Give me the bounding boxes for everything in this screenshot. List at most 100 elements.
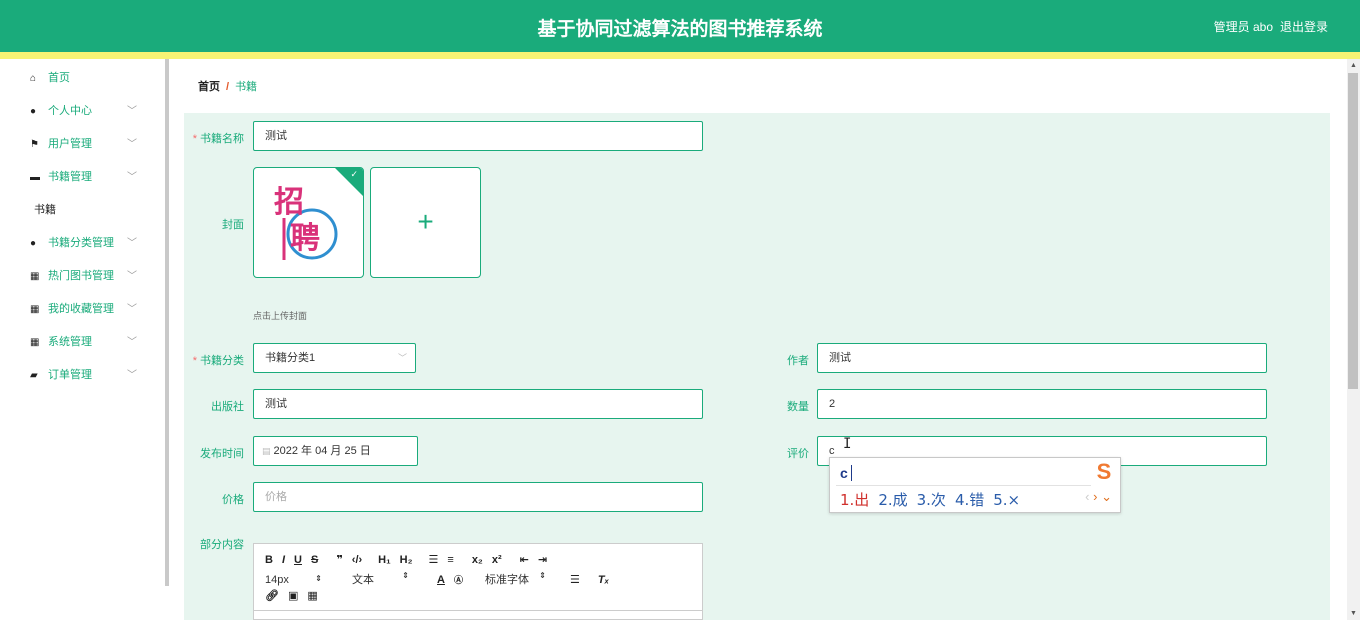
- clear-format-icon[interactable]: Tₓ: [598, 574, 609, 586]
- editor-toolbar-row-2: 14px ⇕ 文本 ⇕ A Ⓐ 标准字体 ⇕ ☰ Tₓ: [265, 571, 618, 587]
- ime-candidate[interactable]: 3.次: [917, 491, 946, 509]
- strike-icon[interactable]: S: [311, 554, 318, 566]
- publisher-label: 出版社: [211, 401, 244, 413]
- ime-composition: c: [840, 465, 848, 481]
- sidebar-item-system[interactable]: ▦ 系统管理 ﹀: [12, 326, 145, 359]
- chevron-down-icon: ﹀: [127, 337, 137, 348]
- author-input[interactable]: 测试: [817, 343, 1267, 373]
- sidebar-item-label: 首页: [48, 72, 70, 84]
- background-color-icon[interactable]: Ⓐ: [454, 573, 463, 586]
- sidebar-item-label: 订单管理: [48, 369, 92, 381]
- book-name-input[interactable]: 测试: [253, 121, 703, 151]
- ime-nav: ‹ › ⌄: [1085, 489, 1112, 505]
- svg-text:聘: 聘: [290, 221, 320, 256]
- calendar-icon: ▤: [262, 446, 271, 456]
- paragraph-select[interactable]: 文本 ⇕: [352, 571, 418, 587]
- h2-icon[interactable]: H₂: [400, 554, 413, 566]
- align-icon[interactable]: ☰: [570, 573, 580, 586]
- scroll-down-icon[interactable]: ▼: [1350, 610, 1357, 617]
- breadcrumb-home[interactable]: 首页: [198, 81, 220, 93]
- cover-image: 招 聘: [274, 185, 338, 260]
- subscript-icon[interactable]: x₂: [472, 554, 483, 566]
- sidebar-item-profile[interactable]: ● 个人中心 ﹀: [12, 95, 145, 128]
- ime-candidate-popup[interactable]: c S 1.出 2.成 3.次 4.错 5.× ‹ › ⌄: [829, 457, 1121, 513]
- sidebar-item-hot-books[interactable]: ▦ 热门图书管理 ﹀: [12, 260, 145, 293]
- sidebar-item-favorites[interactable]: ▦ 我的收藏管理 ﹀: [12, 293, 145, 326]
- ime-expand-icon[interactable]: ⌄: [1101, 489, 1112, 504]
- code-icon[interactable]: ‹/›: [352, 554, 362, 566]
- sidebar-item-orders[interactable]: ▰ 订单管理 ﹀: [12, 359, 145, 392]
- price-input[interactable]: 价格: [253, 482, 703, 512]
- user-icon: ●: [30, 106, 37, 117]
- ime-candidates: 1.出 2.成 3.次 4.错 5.×: [840, 489, 1029, 510]
- home-icon: ⌂: [30, 73, 37, 84]
- text-cursor-icon: I: [843, 436, 852, 452]
- sidebar-item-label: 系统管理: [48, 336, 92, 348]
- author-label: 作者: [787, 355, 809, 367]
- sidebar-item-label: 书籍管理: [48, 171, 92, 183]
- publisher-input[interactable]: 测试: [253, 389, 703, 419]
- image-icon[interactable]: ▣: [288, 589, 298, 602]
- outdent-icon[interactable]: ⇤: [520, 553, 529, 566]
- indent-icon[interactable]: ⇥: [538, 553, 547, 566]
- date-picker[interactable]: ▤ 2022 年 04 月 25 日: [253, 436, 418, 466]
- ime-candidate[interactable]: 2.成: [878, 491, 907, 509]
- quantity-label: 数量: [787, 401, 809, 413]
- sidebar-item-users[interactable]: ⚑ 用户管理 ﹀: [12, 128, 145, 161]
- flag-icon: ⚑: [30, 139, 39, 150]
- ime-prev-icon[interactable]: ‹: [1085, 489, 1089, 504]
- editor-content-area[interactable]: [254, 610, 702, 620]
- blockquote-icon[interactable]: ❞: [336, 553, 342, 566]
- sidebar-subitem-book[interactable]: 书籍: [12, 194, 145, 227]
- ime-candidate[interactable]: 4.错: [955, 491, 984, 509]
- ime-divider: [836, 485, 1091, 486]
- font-size-select[interactable]: 14px ⇕: [265, 574, 331, 586]
- editor-toolbar-row-3: 🔗︎ ▣ ▦: [265, 589, 327, 602]
- sidebar-item-books[interactable]: ▬ 书籍管理 ﹀: [12, 161, 145, 194]
- grid-icon: ▦: [30, 304, 40, 315]
- logout-link[interactable]: 退出登录: [1280, 18, 1328, 35]
- briefcase-icon: ▬: [30, 172, 40, 183]
- ime-candidate[interactable]: 1.出: [840, 491, 869, 509]
- underline-icon[interactable]: U: [294, 554, 302, 566]
- bullet-list-icon[interactable]: ≡: [447, 554, 453, 566]
- quantity-input[interactable]: 2: [817, 389, 1267, 419]
- breadcrumb: 首页 / 书籍: [198, 78, 257, 94]
- date-label: 发布时间: [200, 448, 244, 460]
- ordered-list-icon[interactable]: ☰: [429, 553, 439, 566]
- font-color-icon[interactable]: A: [437, 574, 445, 586]
- sidebar-menu: ⌂ 首页 ● 个人中心 ﹀ ⚑ 用户管理 ﹀ ▬ 书籍管理 ﹀ 书籍 ● 书籍分…: [12, 62, 145, 392]
- app-title: 基于协同过滤算法的图书推荐系统: [537, 19, 823, 40]
- superscript-icon[interactable]: x²: [492, 554, 502, 566]
- top-header: 基于协同过滤算法的图书推荐系统 管理员 abo 退出登录: [0, 0, 1360, 52]
- font-family-select[interactable]: 标准字体 ⇕: [485, 571, 555, 587]
- cover-upload-tip: 点击上传封面: [253, 311, 308, 321]
- page-scrollbar-thumb[interactable]: [1348, 73, 1358, 389]
- breadcrumb-current: 书籍: [235, 81, 258, 93]
- video-icon[interactable]: ▦: [307, 589, 317, 602]
- category-select[interactable]: 书籍分类1 ﹀: [253, 343, 416, 373]
- check-icon: ✓: [350, 169, 358, 179]
- bold-icon[interactable]: B: [265, 554, 273, 566]
- grid-icon: ▦: [30, 337, 40, 348]
- link-icon[interactable]: 🔗︎: [265, 589, 279, 602]
- italic-icon[interactable]: I: [282, 554, 285, 566]
- name-label: * 书籍名称: [192, 133, 244, 145]
- rich-text-editor[interactable]: B I U S ❞ ‹/› H₁ H₂ ☰ ≡ x₂ x² ⇤ ⇥ 14px ⇕ 文本 ⇕ A Ⓐ 标准字体 ⇕ ☰…: [253, 543, 703, 620]
- ime-caret: [851, 465, 852, 481]
- header-accent-bar: [0, 52, 1360, 59]
- cover-thumbnail[interactable]: 招 聘 ✓: [253, 167, 364, 278]
- content-label: 部分内容: [200, 539, 244, 551]
- sidebar-item-book-categories[interactable]: ● 书籍分类管理 ﹀: [12, 227, 145, 260]
- ime-candidate[interactable]: 5.×: [993, 491, 1020, 509]
- scroll-up-icon[interactable]: ▲: [1350, 62, 1357, 69]
- price-label: 价格: [222, 494, 244, 506]
- add-cover-button[interactable]: +: [370, 167, 481, 278]
- ime-next-icon[interactable]: ›: [1093, 489, 1097, 504]
- breadcrumb-separator: /: [226, 81, 230, 93]
- sidebar-item-home[interactable]: ⌂ 首页: [12, 62, 145, 95]
- category-select-value: 书籍分类1: [265, 352, 316, 364]
- chevron-down-icon: ﹀: [127, 238, 137, 249]
- h1-icon[interactable]: H₁: [378, 554, 391, 566]
- category-label: * 书籍分类: [192, 355, 244, 367]
